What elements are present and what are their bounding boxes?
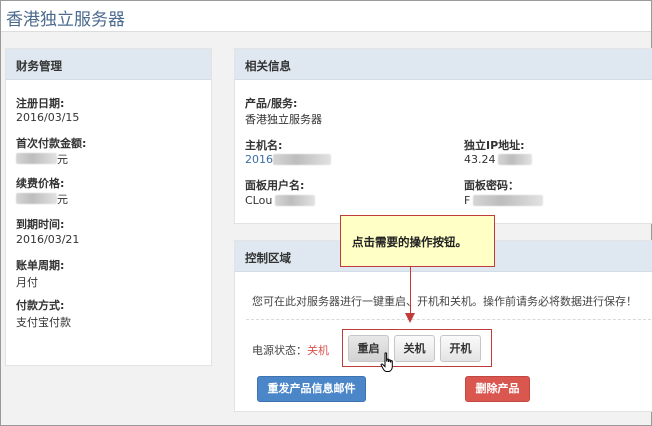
redacted-panel-user — [275, 195, 315, 206]
info-panel: 相关信息 产品/服务: 香港独立服务器 主机名: 2016 独立IP地址: 43… — [234, 48, 652, 224]
dashed-divider — [246, 319, 651, 320]
due-date-value: 2016/03/21 — [16, 233, 80, 246]
power-on-button[interactable]: 开机 — [440, 335, 481, 362]
panel-pass-value: F — [464, 194, 471, 207]
page-title: 香港独立服务器 — [6, 10, 125, 30]
product-label: 产品/服务: — [245, 97, 298, 110]
redacted-hostname — [273, 154, 331, 165]
panel-pass-label: 面板密码： — [464, 179, 519, 192]
finance-panel: 财务管理 注册日期: 2016/03/15 首次付款金额: 元 续费价格: 元 … — [5, 48, 212, 366]
power-status: 电源状态：关机 — [252, 342, 329, 358]
billing-cycle-value: 月付 — [16, 276, 38, 289]
power-status-value: 关机 — [307, 344, 329, 357]
annotation-arrow-head — [405, 313, 415, 323]
payment-method-label: 付款方式: — [16, 299, 65, 312]
info-panel-heading: 相关信息 — [235, 49, 652, 80]
renew-price-label: 续费价格: — [16, 177, 65, 190]
panel-user-value: CLou — [245, 194, 273, 207]
first-payment-label: 首次付款金额: — [16, 137, 87, 150]
hostname-value: 2016 — [245, 153, 273, 166]
reg-date-value: 2016/03/15 — [16, 111, 80, 124]
control-notice: 您可在此对服务器进行一键重启、开机和关机。操作前请务必将数据进行保存！ — [252, 295, 637, 308]
hand-pointer-icon — [380, 352, 393, 372]
product-value: 香港独立服务器 — [245, 113, 322, 126]
payment-method-value: 支付宝付款 — [16, 316, 71, 329]
ip-label: 独立IP地址: — [464, 139, 525, 152]
redacted-first-payment — [16, 153, 57, 164]
panel-user-label: 面板用户名: — [245, 179, 305, 192]
title-divider — [1, 31, 651, 32]
reg-date-label: 注册日期: — [16, 97, 65, 110]
power-status-label: 电源状态： — [252, 344, 307, 357]
annotation-arrow-line — [410, 267, 411, 315]
redacted-ip — [498, 154, 532, 165]
redacted-renew-price — [16, 193, 57, 204]
renew-price-value: 元 — [57, 193, 68, 206]
due-date-label: 到期时间: — [16, 218, 65, 231]
finance-panel-heading: 财务管理 — [6, 49, 211, 80]
redacted-panel-pass — [473, 195, 543, 206]
annotation-callout: 点击需要的操作按钮。 — [340, 215, 495, 267]
ip-value: 43.24 — [464, 153, 496, 166]
hostname-label: 主机名: — [245, 139, 283, 152]
resend-product-email-button[interactable]: 重发产品信息邮件 — [257, 376, 366, 402]
billing-cycle-label: 账单周期: — [16, 259, 65, 272]
shutdown-button[interactable]: 关机 — [394, 335, 435, 362]
delete-product-button[interactable]: 删除产品 — [465, 376, 530, 402]
first-payment-value: 元 — [57, 153, 68, 166]
